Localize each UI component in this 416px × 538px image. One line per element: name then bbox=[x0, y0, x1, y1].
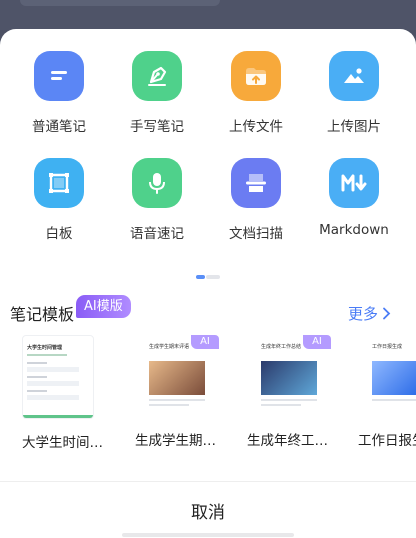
whiteboard-icon bbox=[34, 158, 84, 208]
note-lines-icon bbox=[34, 51, 84, 101]
template-preview: 大学生时间管理 bbox=[22, 335, 94, 419]
preview-heading: 生成学生期末评语 bbox=[149, 344, 190, 350]
template-card[interactable]: 生成学生期末评语 AI 生成学生期… bbox=[135, 335, 219, 449]
template-title: 大学生时间… bbox=[22, 435, 103, 451]
ai-tag: AI bbox=[303, 335, 331, 349]
preview-photo bbox=[372, 361, 416, 395]
action-voice-note[interactable]: 语音速记 bbox=[112, 158, 202, 242]
action-label: 上传图片 bbox=[327, 119, 381, 135]
ai-template-badge[interactable]: AI模版 bbox=[76, 295, 131, 318]
divider bbox=[0, 481, 416, 482]
action-label: Markdown bbox=[319, 222, 389, 238]
scanner-icon bbox=[231, 158, 281, 208]
template-preview: 生成学生期末评语 AI bbox=[135, 335, 219, 417]
action-markdown[interactable]: Markdown bbox=[309, 158, 399, 238]
action-upload-image[interactable]: 上传图片 bbox=[309, 51, 399, 135]
template-card[interactable]: 工作日报生成 工作日报生 bbox=[358, 335, 416, 449]
background-app-bar bbox=[0, 0, 416, 30]
preview-photo bbox=[149, 361, 205, 395]
template-title: 工作日报生 bbox=[358, 433, 416, 449]
home-indicator bbox=[122, 533, 294, 537]
action-whiteboard[interactable]: 白板 bbox=[14, 158, 104, 242]
more-templates-link[interactable]: 更多 bbox=[348, 303, 391, 324]
preview-heading: 大学生时间管理 bbox=[27, 345, 63, 351]
markdown-icon bbox=[329, 158, 379, 208]
upload-folder-icon bbox=[231, 51, 281, 101]
pen-nib-icon bbox=[132, 51, 182, 101]
ai-tag: AI bbox=[191, 335, 219, 349]
image-icon bbox=[329, 51, 379, 101]
preview-heading: 生成年终工作总结 bbox=[261, 344, 302, 350]
action-label: 普通笔记 bbox=[32, 119, 86, 135]
template-card[interactable]: 生成年终工作总结 AI 生成年终工… bbox=[247, 335, 331, 449]
action-label: 手写笔记 bbox=[130, 119, 184, 135]
more-label: 更多 bbox=[348, 305, 379, 323]
page-dot bbox=[206, 275, 220, 279]
action-handwriting-note[interactable]: 手写笔记 bbox=[112, 51, 202, 135]
template-card[interactable]: 大学生时间管理 大学生时间… bbox=[22, 335, 106, 451]
templates-title: 笔记模板 bbox=[10, 305, 75, 324]
preview-photo bbox=[261, 361, 317, 395]
cancel-button[interactable]: 取消 bbox=[0, 489, 416, 537]
action-doc-scan[interactable]: 文档扫描 bbox=[211, 158, 301, 242]
page-indicator bbox=[196, 275, 220, 279]
preview-heading: 工作日报生成 bbox=[372, 344, 403, 350]
template-title: 生成学生期… bbox=[135, 433, 216, 449]
page-dot-active bbox=[196, 275, 205, 279]
template-preview: 生成年终工作总结 AI bbox=[247, 335, 331, 417]
action-label: 上传文件 bbox=[229, 119, 283, 135]
microphone-icon bbox=[132, 158, 182, 208]
chevron-right-icon bbox=[383, 307, 391, 320]
action-label: 语音速记 bbox=[130, 226, 184, 242]
template-title: 生成年终工… bbox=[247, 433, 328, 449]
action-upload-file[interactable]: 上传文件 bbox=[211, 51, 301, 135]
action-label: 文档扫描 bbox=[229, 226, 283, 242]
action-plain-note[interactable]: 普通笔记 bbox=[14, 51, 104, 135]
template-preview: 工作日报生成 bbox=[358, 335, 416, 417]
action-label: 白板 bbox=[45, 226, 73, 242]
create-bottom-sheet: 普通笔记 手写笔记 上传文件 上传图片 白板 语音速记 文档扫描 Markdow… bbox=[0, 29, 416, 538]
